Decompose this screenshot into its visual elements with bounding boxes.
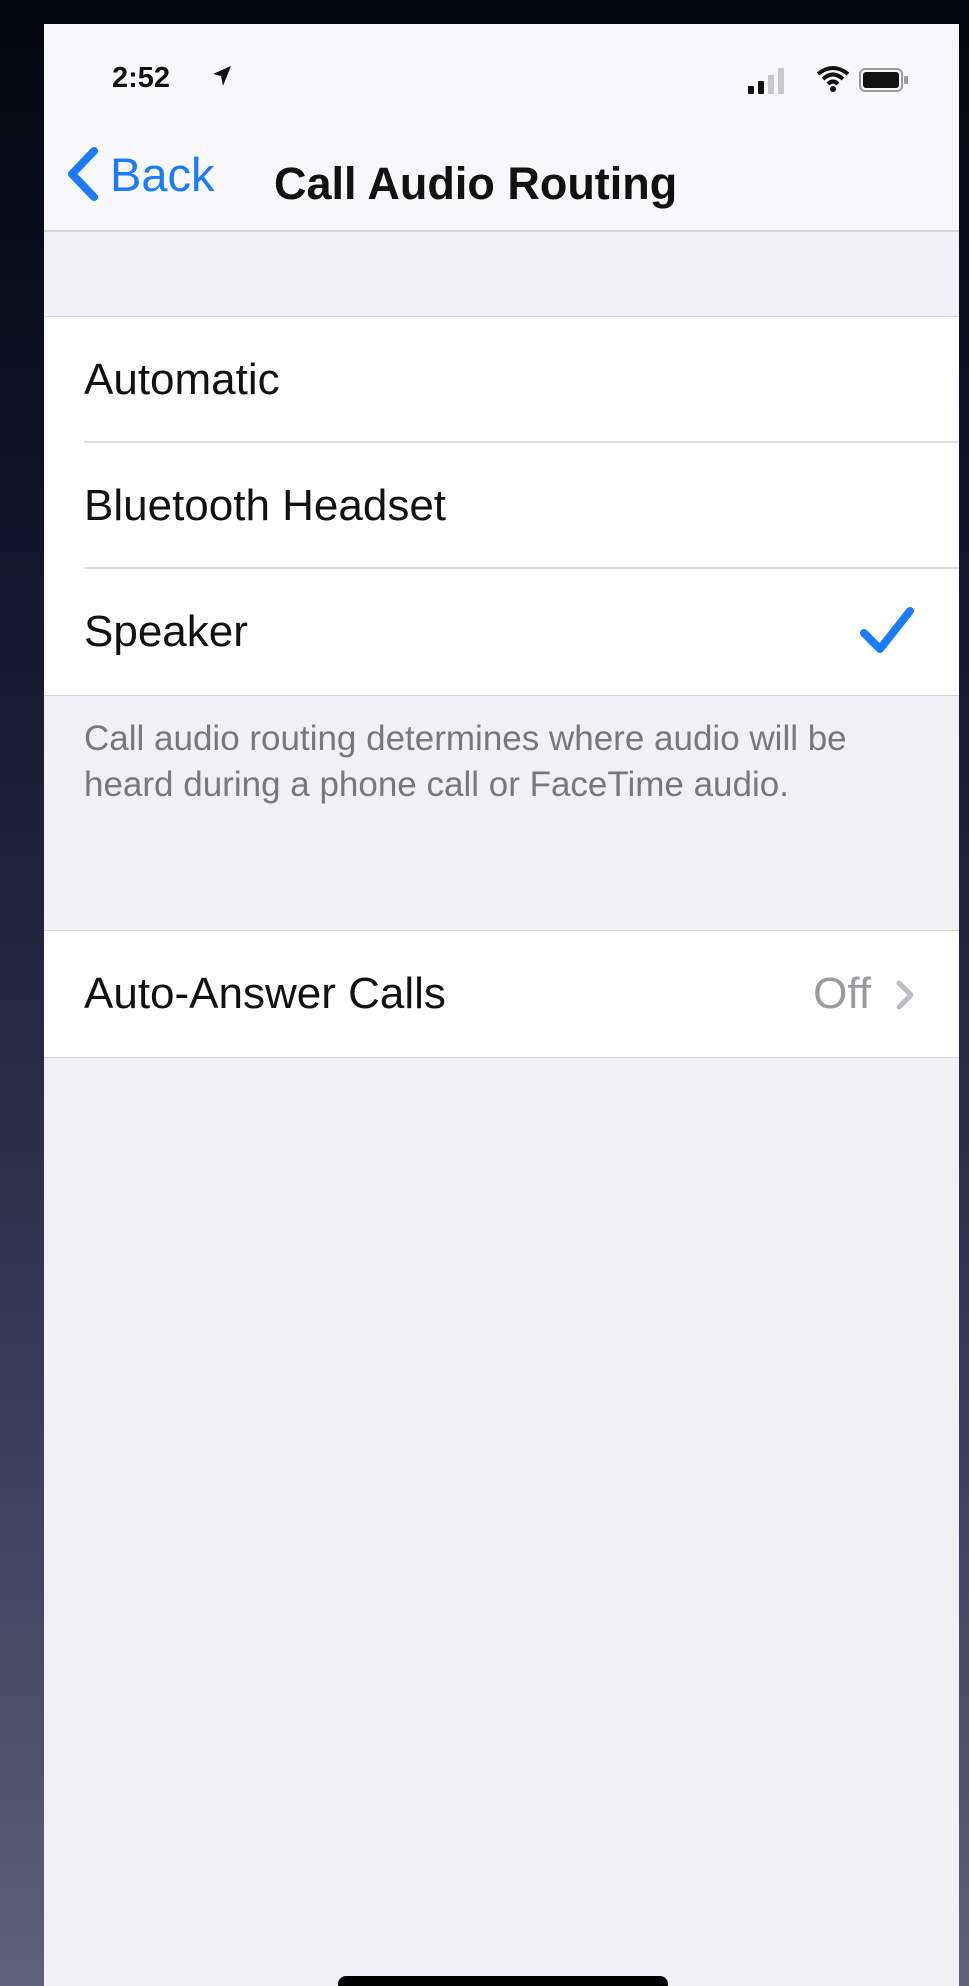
status-time: 2:52: [112, 62, 171, 94]
auto-answer-label: Auto-Answer Calls: [84, 969, 446, 1018]
chevron-right-icon: [896, 980, 914, 1010]
page-title: Call Audio Routing: [274, 158, 678, 209]
option-label: Automatic: [84, 355, 280, 404]
auto-answer-calls-row[interactable]: Auto-Answer Calls Off: [44, 931, 959, 1057]
chevron-left-icon: [68, 147, 98, 201]
checkmark-icon: [860, 607, 914, 653]
home-indicator[interactable]: [338, 1976, 668, 1986]
status-bar: 2:52: [44, 24, 959, 124]
option-label: Bluetooth Headset: [84, 481, 447, 530]
back-label: Back: [110, 147, 215, 201]
routing-footer-note: Call audio routing determines where audi…: [84, 719, 847, 804]
option-speaker[interactable]: Speaker: [44, 569, 959, 695]
signal-icon: [748, 68, 784, 94]
routing-options-group: Automatic Bluetooth Headset Speaker: [44, 316, 959, 696]
auto-answer-value: Off: [813, 969, 871, 1018]
auto-answer-group: Auto-Answer Calls Off: [44, 930, 959, 1058]
option-automatic[interactable]: Automatic: [44, 317, 959, 443]
battery-icon: [859, 68, 908, 92]
option-label: Speaker: [84, 607, 248, 656]
back-button[interactable]: Back: [64, 144, 215, 204]
phone-screen: 2:52 Back Call Audio Routing Automatic B…: [44, 24, 959, 1986]
location-arrow-icon: [213, 66, 231, 86]
option-bluetooth-headset[interactable]: Bluetooth Headset: [44, 443, 959, 569]
wifi-icon: [816, 66, 850, 92]
navigation-bar: Back Call Audio Routing: [44, 124, 959, 232]
